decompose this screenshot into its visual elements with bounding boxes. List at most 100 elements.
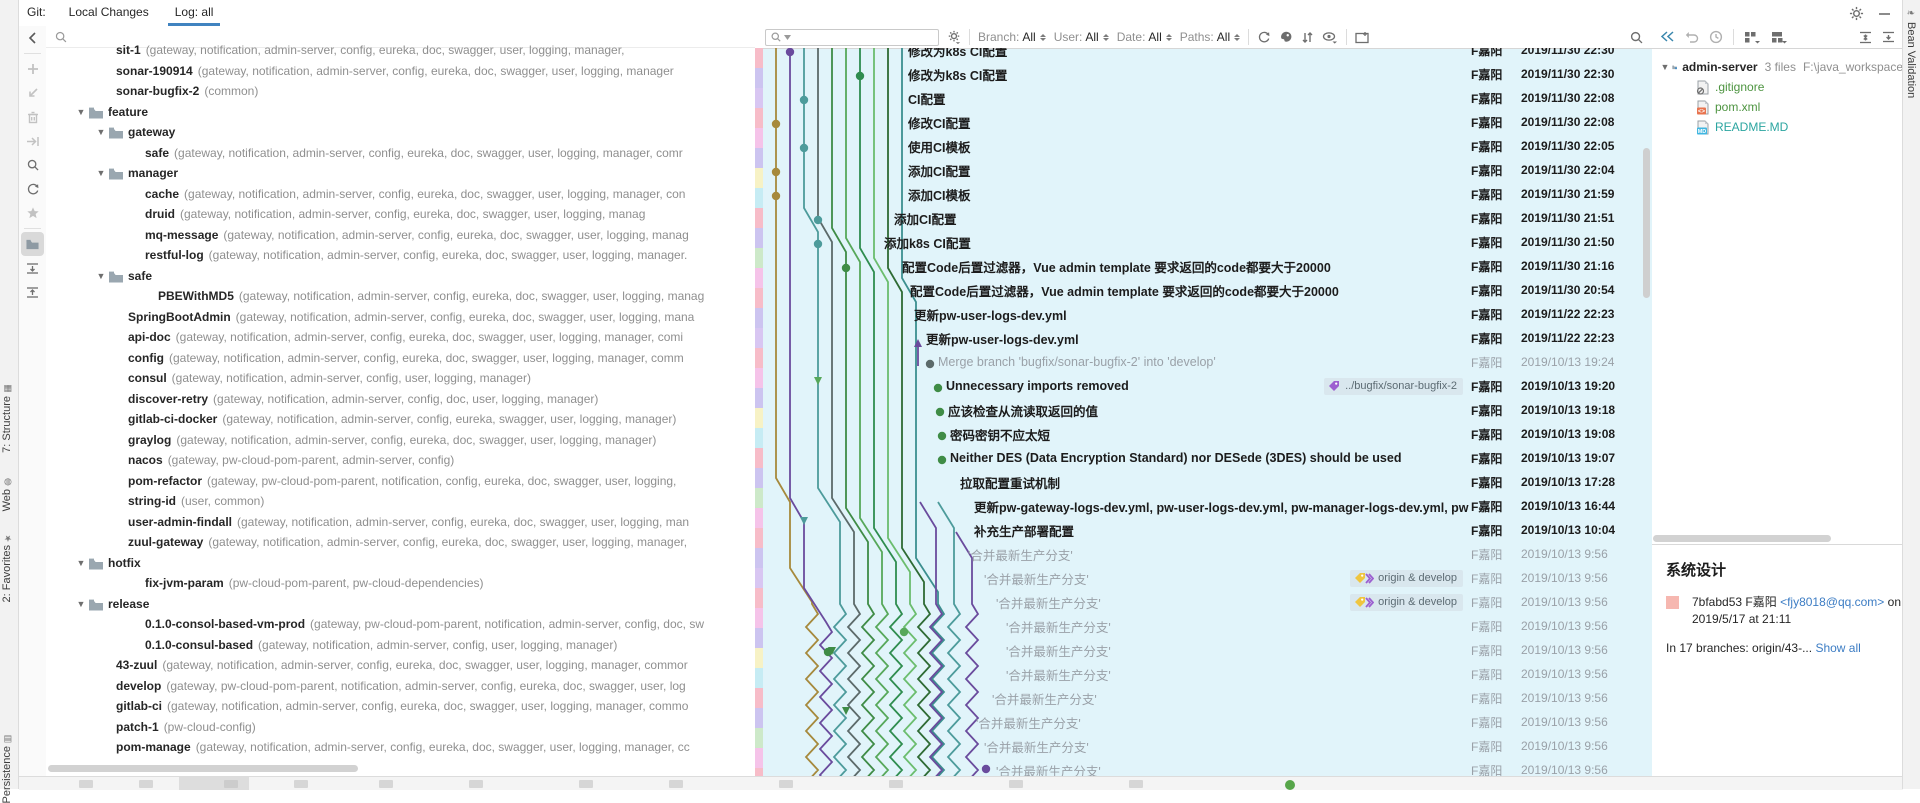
commit-row[interactable]: 使用CI模板F嘉阳2019/11/30 22:05 bbox=[768, 134, 1651, 158]
branch-group-row[interactable]: ▼release bbox=[46, 594, 755, 615]
branch-tree-row[interactable]: druid(gateway, notification, admin-serve… bbox=[46, 204, 755, 225]
branch-tree-row[interactable]: gitlab-ci-docker(gateway, notification, … bbox=[46, 409, 755, 430]
commit-row[interactable]: Merge branch 'bugfix/sonar-bugfix-2' int… bbox=[768, 350, 1651, 374]
commit-row[interactable]: '合并最新生产分支'F嘉阳2019/10/13 9:56 bbox=[768, 638, 1651, 662]
search-icon[interactable] bbox=[19, 153, 46, 177]
group-by-module-icon[interactable] bbox=[1771, 31, 1788, 44]
new-tab-icon[interactable] bbox=[1355, 31, 1370, 44]
group-by-icon[interactable] bbox=[1744, 31, 1761, 44]
branch-filter[interactable]: Branch: All bbox=[978, 30, 1046, 44]
commit-row[interactable]: CI配置F嘉阳2019/11/30 22:08 bbox=[768, 86, 1651, 110]
branch-group-row[interactable]: ▼feature bbox=[46, 102, 755, 123]
log-settings-gear-icon[interactable] bbox=[947, 30, 961, 44]
branch-tree-row[interactable]: develop(gateway, pw-cloud-pom-parent, no… bbox=[46, 676, 755, 697]
commit-row[interactable]: '合并最新生产分支'F嘉阳2019/10/13 9:56 bbox=[768, 710, 1651, 734]
branch-tree-row[interactable]: nacos(gateway, pw-cloud-pom-parent, admi… bbox=[46, 450, 755, 471]
tab-log-all[interactable]: Log: all bbox=[162, 0, 227, 26]
chevron-expanded-icon[interactable]: ▼ bbox=[74, 102, 88, 123]
ref-label-chip[interactable]: origin & develop bbox=[1350, 570, 1463, 587]
branch-tree-row[interactable]: cache(gateway, notification, admin-serve… bbox=[46, 184, 755, 205]
commit-row[interactable]: '合并最新生产分支'origin & developF嘉阳2019/10/13 … bbox=[768, 566, 1651, 590]
commit-row[interactable]: '合并最新生产分支'F嘉阳2019/10/13 9:56 bbox=[768, 662, 1651, 686]
commit-row[interactable]: 密码密钥不应太短F嘉阳2019/10/13 19:08 bbox=[768, 422, 1651, 446]
paths-filter[interactable]: Paths: All bbox=[1180, 30, 1240, 44]
branch-tree-row[interactable]: sonar-190914(gateway, notification, admi… bbox=[46, 61, 755, 82]
commit-row[interactable]: 添加k8s CI配置F嘉阳2019/11/30 21:50 bbox=[768, 230, 1651, 254]
branch-tree-row[interactable]: mq-message(gateway, notification, admin-… bbox=[46, 225, 755, 246]
toolwindow-button-bean-validation[interactable]: ❧Bean Validation bbox=[1905, 8, 1917, 98]
undo-icon[interactable] bbox=[1685, 31, 1699, 43]
commit-row[interactable]: 修改为k8s CI配置F嘉阳2019/11/30 22:30 bbox=[768, 48, 1651, 62]
chevron-expanded-icon[interactable]: ▼ bbox=[94, 163, 108, 184]
collapse-all-icon[interactable] bbox=[19, 280, 46, 304]
commit-row[interactable]: 修改CI配置F嘉阳2019/11/30 22:08 bbox=[768, 110, 1651, 134]
commit-row[interactable]: 应该检查从流读取返回的值F嘉阳2019/10/13 19:18 bbox=[768, 398, 1651, 422]
highlight-branches-icon[interactable] bbox=[1279, 30, 1293, 44]
branch-tree-row[interactable]: discover-retry(gateway, notification, ad… bbox=[46, 389, 755, 410]
commit-row[interactable]: 配置Code后置过滤器，Vue admin template 要求返回的code… bbox=[768, 278, 1651, 302]
branch-tree-row[interactable]: user-admin-findall(gateway, notification… bbox=[46, 512, 755, 533]
date-filter[interactable]: Date: All bbox=[1117, 30, 1172, 44]
branch-tree-row[interactable]: sonar-bugfix-2(common) bbox=[46, 81, 755, 102]
ref-label-chip[interactable]: ../bugfix/sonar-bugfix-2 bbox=[1324, 378, 1463, 395]
branch-tree-row[interactable]: 43-zuul(gateway, notification, admin-ser… bbox=[46, 655, 755, 676]
branch-tree-row[interactable]: safe(gateway, notification, admin-server… bbox=[46, 143, 755, 164]
branch-group-row[interactable]: ▼safe bbox=[46, 266, 755, 287]
chevron-expanded-icon[interactable]: ▼ bbox=[74, 553, 88, 574]
branch-tree-row[interactable]: revert-baf67d88(pw-cloud-config) bbox=[46, 758, 755, 761]
commit-row[interactable]: 拉取配置重试机制F嘉阳2019/10/13 17:28 bbox=[768, 470, 1651, 494]
commit-row[interactable]: 添加CI模板F嘉阳2019/11/30 21:59 bbox=[768, 182, 1651, 206]
changed-files-root-row[interactable]: ▼admin-server3 filesF:\java_workspace bbox=[1652, 57, 1903, 77]
checkout-icon[interactable] bbox=[19, 81, 46, 105]
hide-toolwindow-icon[interactable] bbox=[1878, 7, 1891, 20]
commit-row[interactable]: 配置Code后置过滤器，Vue admin template 要求返回的code… bbox=[768, 254, 1651, 278]
changed-file-row[interactable]: <>pom.xml bbox=[1652, 97, 1903, 117]
tab-local-changes[interactable]: Local Changes bbox=[56, 0, 162, 26]
branch-tree-row[interactable]: sit-1(gateway, notification, admin-serve… bbox=[46, 40, 755, 61]
eye-icon[interactable] bbox=[1322, 31, 1338, 44]
branch-tree-row[interactable]: 0.1.0-consol-based-vm-prod(gateway, pw-c… bbox=[46, 614, 755, 635]
star-icon[interactable] bbox=[19, 201, 46, 225]
commit-row[interactable]: 更新pw-gateway-logs-dev.yml, pw-user-logs-… bbox=[768, 494, 1651, 518]
history-clock-icon[interactable] bbox=[1709, 30, 1723, 44]
branch-group-row[interactable]: ▼gateway bbox=[46, 122, 755, 143]
branch-tree-row[interactable]: fix-jvm-param(pw-cloud-pom-parent, pw-cl… bbox=[46, 573, 755, 594]
commit-row[interactable]: Neither DES (Data Encryption Standard) n… bbox=[768, 446, 1651, 470]
branch-tree-row[interactable]: pom-manage(gateway, notification, admin-… bbox=[46, 737, 755, 758]
commit-row[interactable]: '合并最新生产分支'F嘉阳2019/10/13 9:56 bbox=[768, 686, 1651, 710]
commit-row[interactable]: '合并最新生产分支'F嘉阳2019/10/13 9:56 bbox=[768, 614, 1651, 638]
toolwindow-button-persistence[interactable]: Persistence▤ bbox=[1, 733, 13, 803]
commit-row[interactable]: '合并最新生产分支'origin & developF嘉阳2019/10/13 … bbox=[768, 590, 1651, 614]
branch-tree-row[interactable]: PBEWithMD5(gateway, notification, admin-… bbox=[46, 286, 755, 307]
gear-icon[interactable] bbox=[1849, 6, 1864, 21]
horizontal-scrollbar[interactable] bbox=[1652, 535, 1903, 544]
vertical-scrollbar[interactable] bbox=[1643, 148, 1650, 298]
refresh-icon[interactable] bbox=[1257, 30, 1271, 44]
branch-group-row[interactable]: ▼manager bbox=[46, 163, 755, 184]
commit-row[interactable]: 更新pw-user-logs-dev.ymlF嘉阳2019/11/22 22:2… bbox=[768, 326, 1651, 350]
commit-row[interactable]: '合并最新生产分支'F嘉阳2019/10/13 9:56 bbox=[768, 734, 1651, 758]
search-in-log-icon[interactable] bbox=[1629, 30, 1644, 45]
branch-tree-row[interactable]: consul(gateway, notification, admin-serv… bbox=[46, 368, 755, 389]
branch-tree-row[interactable]: 0.1.0-consul-based(gateway, notification… bbox=[46, 635, 755, 656]
changed-file-row[interactable]: MDREADME.MD bbox=[1652, 117, 1903, 137]
chevron-expanded-icon[interactable]: ▼ bbox=[74, 594, 88, 615]
chevron-expanded-icon[interactable]: ▼ bbox=[94, 122, 108, 143]
branch-tree-row[interactable]: config(gateway, notification, admin-serv… bbox=[46, 348, 755, 369]
commit-row[interactable]: '合并最新生产分支'F嘉阳2019/10/13 9:56 bbox=[768, 758, 1651, 776]
sort-icon[interactable] bbox=[1301, 31, 1314, 44]
commit-row[interactable]: Unnecessary imports removed../bugfix/son… bbox=[768, 374, 1651, 398]
collapse-all-icon[interactable] bbox=[1882, 31, 1895, 44]
author-email-link[interactable]: <fjy8018@qq.com> bbox=[1780, 595, 1884, 609]
back-icon[interactable] bbox=[19, 26, 46, 50]
branch-tree-row[interactable]: api-doc(gateway, notification, admin-ser… bbox=[46, 327, 755, 348]
branch-tree-row[interactable]: patch-1(pw-cloud-config) bbox=[46, 717, 755, 738]
ref-label-chip[interactable]: origin & develop bbox=[1350, 594, 1463, 611]
branch-group-row[interactable]: ▼hotfix bbox=[46, 553, 755, 574]
commit-row[interactable]: 添加CI配置F嘉阳2019/11/30 21:51 bbox=[768, 206, 1651, 230]
branch-tree-row[interactable]: restful-log(gateway, notification, admin… bbox=[46, 245, 755, 266]
commit-row[interactable]: 补充生产部署配置F嘉阳2019/10/13 10:04 bbox=[768, 518, 1651, 542]
branch-tree-row[interactable]: SpringBootAdmin(gateway, notification, a… bbox=[46, 307, 755, 328]
expand-all-icon[interactable] bbox=[19, 256, 46, 280]
user-filter[interactable]: User: All bbox=[1054, 30, 1109, 44]
